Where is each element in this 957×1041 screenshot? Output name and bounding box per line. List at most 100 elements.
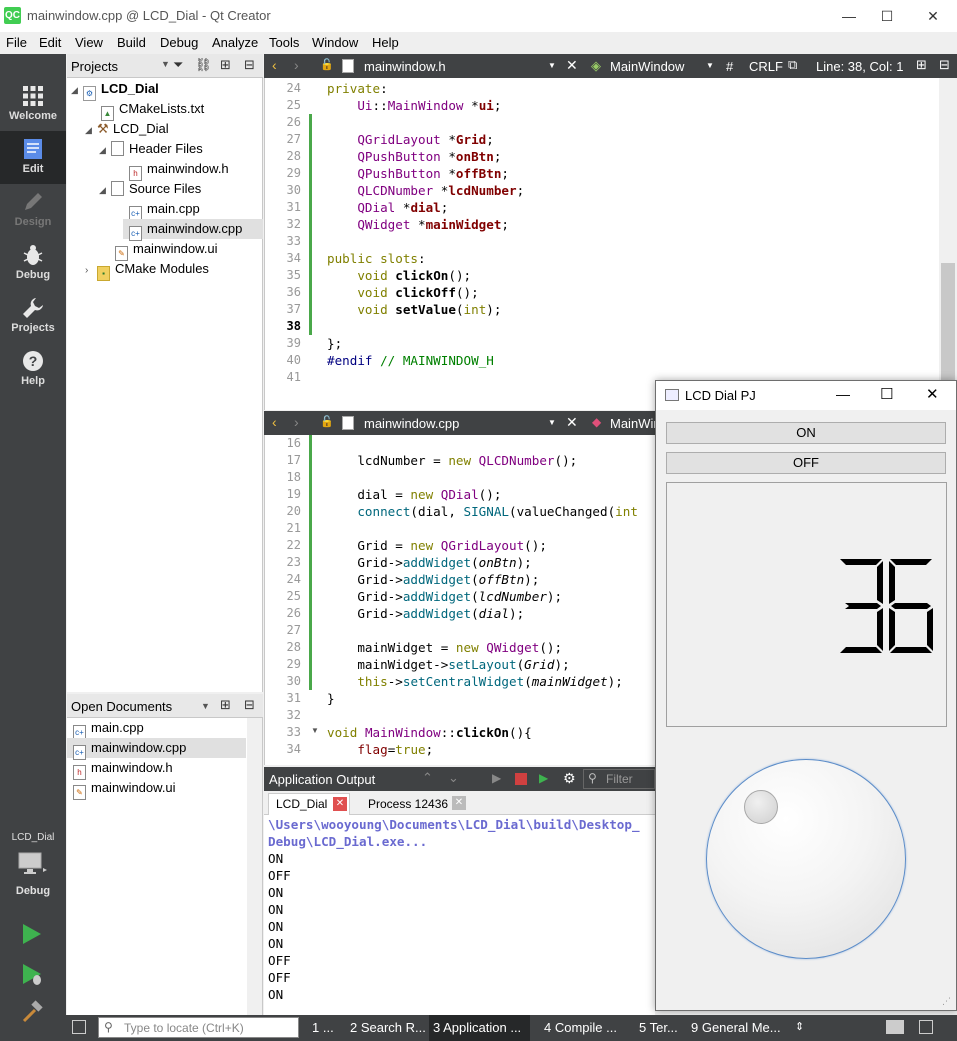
output-tab-process[interactable]: Process 12436 ✕ xyxy=(360,793,470,815)
chevron-down-icon[interactable]: ▼ xyxy=(201,701,210,711)
cursor-position[interactable]: Line: 38, Col: 1 xyxy=(816,59,903,74)
menu-view[interactable]: View xyxy=(75,35,103,50)
tree-item-cmakelists[interactable]: ▲ CMakeLists.txt xyxy=(101,99,204,121)
close-editor-icon[interactable]: ✕ xyxy=(566,57,578,74)
mode-welcome[interactable]: Welcome xyxy=(0,78,66,131)
output-console[interactable]: \Users\wooyoung\Documents\LCD_Dial\build… xyxy=(264,815,655,1015)
off-button[interactable]: OFF xyxy=(666,452,946,474)
mode-design[interactable]: Design xyxy=(0,184,66,237)
build-hammer-icon[interactable] xyxy=(20,1000,44,1024)
line-ending-selector[interactable]: CRLF xyxy=(749,59,783,74)
forward-arrow-icon[interactable]: › xyxy=(294,414,299,430)
maximize-button[interactable]: ☐ xyxy=(864,0,910,32)
menu-help[interactable]: Help xyxy=(372,35,399,50)
tree-item-header-files[interactable]: ◢ Header Files xyxy=(99,139,203,159)
split-icon[interactable]: ⊞ xyxy=(916,57,927,73)
menu-debug[interactable]: Debug xyxy=(160,35,198,50)
close-button[interactable]: ✕ xyxy=(910,0,956,32)
open-doc-mainwindow-h[interactable]: h mainwindow.h xyxy=(73,758,173,780)
mode-projects[interactable]: Projects xyxy=(0,290,66,343)
scrollbar[interactable] xyxy=(939,78,957,410)
filter-icon[interactable]: ⏷ xyxy=(173,57,183,73)
bottom-editor[interactable]: 16 17 18 19 20 21 22 23 24 25 26 27 28 2… xyxy=(264,435,655,765)
line-number: 40 xyxy=(286,353,301,367)
statusbar-item-terminal[interactable]: 5 Ter... xyxy=(639,1020,678,1035)
symbol-selector[interactable]: MainWindow xyxy=(610,59,684,74)
symbol-selector[interactable]: MainWin xyxy=(610,416,661,431)
output-tab-lcd-dial[interactable]: LCD_Dial ✕ xyxy=(268,793,350,815)
tree-item-mainwindow-cpp[interactable]: c+ mainwindow.cpp xyxy=(123,219,263,241)
dial-knob[interactable] xyxy=(706,759,906,959)
rerun-icon[interactable]: ▶ xyxy=(492,771,501,785)
close-tab-icon[interactable]: ✕ xyxy=(333,797,347,811)
encoding-icon[interactable]: ⧉ xyxy=(788,57,797,73)
chevron-down-icon[interactable]: ▼ xyxy=(548,418,556,427)
tree-item-main-cpp[interactable]: c+ main.cpp xyxy=(129,199,200,221)
open-doc-main-cpp[interactable]: c+ main.cpp xyxy=(73,718,144,740)
open-doc-mainwindow-ui[interactable]: ✎ mainwindow.ui xyxy=(73,778,176,800)
close-editor-icon[interactable]: ✕ xyxy=(566,414,578,431)
menu-tools[interactable]: Tools xyxy=(269,35,299,50)
top-editor-file-name[interactable]: mainwindow.h xyxy=(364,59,446,74)
bottom-editor-file-name[interactable]: mainwindow.cpp xyxy=(364,416,459,431)
fold-arrow-icon[interactable]: ▼ xyxy=(311,726,319,735)
statusbar-item-compile-output[interactable]: 4 Compile ... xyxy=(544,1020,617,1035)
scrollbar[interactable] xyxy=(247,718,262,1015)
tree-item-source-files[interactable]: ◢ Source Files xyxy=(99,179,201,199)
dial-handle[interactable] xyxy=(744,790,778,824)
up-arrow-icon[interactable]: ⌃ xyxy=(422,770,433,786)
menu-analyze[interactable]: Analyze xyxy=(212,35,258,50)
chevron-down-icon[interactable]: ▼ xyxy=(548,61,556,70)
lcd-close-button[interactable]: ✕ xyxy=(926,385,939,403)
menu-edit[interactable]: Edit xyxy=(39,35,61,50)
menu-file[interactable]: File xyxy=(6,35,27,50)
projects-panel-title: Projects xyxy=(71,59,118,74)
chevron-down-icon[interactable]: ▼ xyxy=(706,61,714,70)
close-pane-icon[interactable]: ⊟ xyxy=(244,57,255,73)
split-icon[interactable]: ⊞ xyxy=(220,57,231,73)
settings-gear-icon[interactable]: ⚙ xyxy=(563,770,576,787)
on-button[interactable]: ON xyxy=(666,422,946,444)
close-tab-icon[interactable]: ✕ xyxy=(452,796,466,810)
tree-item-cmake-modules[interactable]: › ▪ CMake Modules xyxy=(85,259,209,281)
locate-input[interactable]: ⚲ Type to locate (Ctrl+K) xyxy=(98,1017,299,1038)
updown-arrows-icon[interactable]: ⇕ xyxy=(795,1020,804,1033)
open-doc-mainwindow-cpp[interactable]: c+ mainwindow.cpp xyxy=(67,738,246,760)
toggle-right-sidebar-icon[interactable] xyxy=(919,1020,933,1034)
tree-item-mainwindow-h[interactable]: h mainwindow.h xyxy=(129,159,229,181)
statusbar-item-search-results[interactable]: 2 Search R... xyxy=(350,1020,426,1035)
menu-build[interactable]: Build xyxy=(117,35,146,50)
resize-grip-icon[interactable]: ⋰ xyxy=(942,996,951,1007)
tree-item-mainwindow-ui[interactable]: ✎ mainwindow.ui xyxy=(115,239,218,261)
close-pane-icon[interactable]: ⊟ xyxy=(939,57,950,73)
toggle-sidebar-icon[interactable] xyxy=(72,1020,86,1034)
back-arrow-icon[interactable]: ‹ xyxy=(272,414,277,430)
progress-toggle-icon[interactable] xyxy=(886,1020,904,1034)
forward-arrow-icon[interactable]: › xyxy=(294,57,299,73)
attach-debugger-icon[interactable]: ▶ xyxy=(539,771,548,785)
menu-window[interactable]: Window xyxy=(312,35,358,50)
tree-item-target[interactable]: ◢ ⚒ LCD_Dial xyxy=(85,119,169,139)
mode-help[interactable]: ? Help xyxy=(0,343,66,396)
run-icon[interactable] xyxy=(20,922,44,946)
split-icon[interactable]: ⊞ xyxy=(220,697,231,713)
chevron-down-icon[interactable]: ▼ xyxy=(161,59,170,69)
link-icon[interactable]: ⛓ xyxy=(195,57,212,73)
down-arrow-icon[interactable]: ⌄ xyxy=(448,770,459,786)
lcd-maximize-button[interactable]: ☐ xyxy=(880,385,893,403)
hash-button[interactable]: # xyxy=(726,59,733,74)
close-pane-icon[interactable]: ⊟ xyxy=(244,697,255,713)
tree-item-project[interactable]: ◢ ⚙ LCD_Dial xyxy=(71,79,159,101)
stop-icon[interactable] xyxy=(515,773,527,785)
debug-run-icon[interactable] xyxy=(20,962,44,986)
monitor-icon[interactable] xyxy=(17,851,47,877)
lcd-minimize-button[interactable]: — xyxy=(836,386,850,402)
mode-debug[interactable]: Debug xyxy=(0,237,66,290)
statusbar-item-app-output[interactable]: 3 Application ... xyxy=(429,1015,530,1041)
back-arrow-icon[interactable]: ‹ xyxy=(272,57,277,73)
statusbar-item-1[interactable]: 1 ... xyxy=(312,1020,334,1035)
top-editor[interactable]: 24 25 26 27 28 29 30 31 32 33 34 35 36 3… xyxy=(264,78,957,410)
filter-input[interactable]: ⚲ Filter xyxy=(583,769,655,789)
statusbar-item-general-messages[interactable]: 9 General Me... xyxy=(691,1020,781,1035)
mode-edit[interactable]: Edit xyxy=(0,131,66,184)
